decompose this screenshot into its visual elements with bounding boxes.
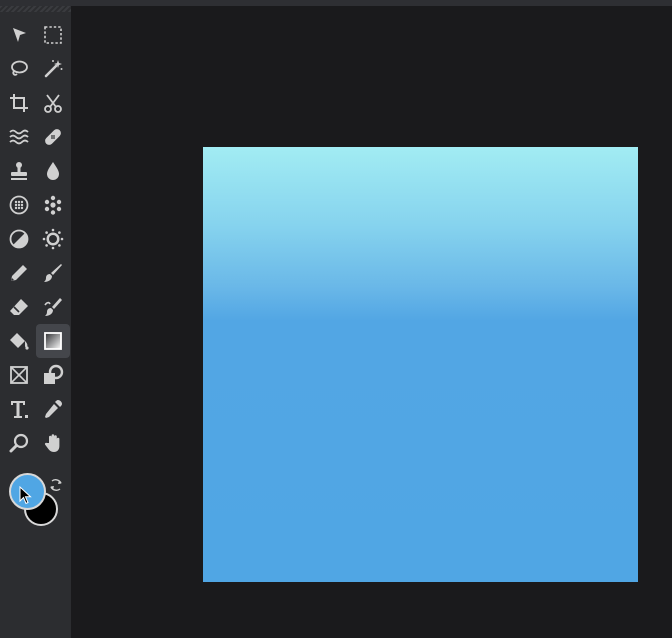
brush-tool[interactable] (36, 256, 70, 290)
spray-tool[interactable] (36, 188, 70, 222)
swap-colors-icon[interactable] (48, 477, 64, 493)
arrow-pointer-icon (13, 28, 26, 42)
image-canvas[interactable] (203, 147, 638, 582)
gradient-tool[interactable] (36, 324, 70, 358)
lock-shape-tool[interactable] (36, 358, 70, 392)
shapes-icon (44, 364, 64, 384)
lasso-icon (11, 60, 28, 76)
magic-wand-icon (44, 60, 63, 78)
scissors-icon (44, 94, 62, 113)
droplet-icon (47, 162, 59, 180)
gradient-square-icon (44, 332, 62, 350)
pencil-icon (11, 265, 27, 281)
lasso-tool[interactable] (2, 52, 36, 86)
marquee-select-tool[interactable] (36, 18, 70, 52)
eyedropper-tool[interactable] (36, 392, 70, 426)
crop-tool[interactable] (2, 86, 36, 120)
slice-tool[interactable] (36, 86, 70, 120)
magnifier-icon (9, 433, 29, 453)
dodge-burn-tool[interactable] (2, 222, 36, 256)
canvas-workspace[interactable] (71, 6, 672, 638)
bandage-icon (45, 129, 61, 145)
pattern-tool[interactable] (2, 188, 36, 222)
magic-wand-tool[interactable] (36, 52, 70, 86)
color-swatches (0, 468, 71, 538)
dotted-circle-icon (9, 195, 29, 215)
eraser-tool[interactable] (2, 290, 36, 324)
hand-tool[interactable] (36, 426, 70, 460)
half-circle-icon (9, 229, 29, 249)
brush-pen-icon (44, 298, 62, 316)
text-tool[interactable] (2, 392, 36, 426)
paint-bucket-icon (10, 333, 29, 350)
move-tool[interactable] (2, 18, 36, 52)
clone-stamp-tool[interactable] (2, 154, 36, 188)
healing-tool[interactable] (36, 120, 70, 154)
mouse-cursor-icon (19, 486, 32, 505)
photo-editor-window (0, 0, 672, 638)
sun-gear-icon (42, 228, 64, 250)
spray-dots-icon (44, 195, 62, 215)
eraser-icon (10, 299, 28, 315)
smudge-tool[interactable] (2, 120, 36, 154)
eyedropper-icon (45, 400, 62, 418)
pencil-tool[interactable] (2, 256, 36, 290)
crop-icon (10, 94, 28, 112)
toolbar-grip[interactable] (0, 6, 71, 12)
tool-palette (0, 6, 71, 638)
wavy-lines-icon (9, 129, 29, 145)
paint-bucket-tool[interactable] (2, 324, 36, 358)
stamp-icon (11, 162, 27, 180)
dashed-rectangle-icon (44, 26, 62, 44)
tool-grid (2, 18, 70, 460)
text-icon (11, 401, 28, 418)
zoom-tool[interactable] (2, 426, 36, 460)
hand-icon (44, 434, 60, 452)
paintbrush-icon (44, 264, 62, 282)
mixer-brush-tool[interactable] (36, 290, 70, 324)
crossed-rectangle-icon (10, 366, 28, 384)
shape-tool[interactable] (2, 358, 36, 392)
sponge-tool[interactable] (36, 222, 70, 256)
blur-tool[interactable] (36, 154, 70, 188)
